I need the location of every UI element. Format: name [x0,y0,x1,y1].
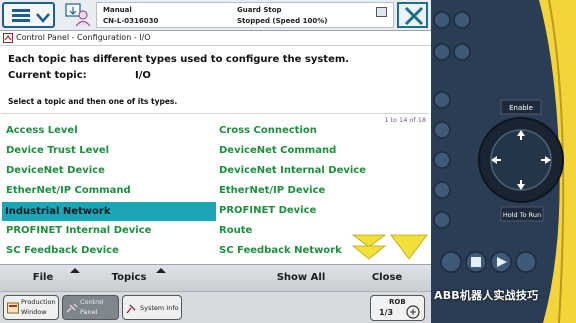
file-menu-button[interactable]: File [0,265,86,291]
top-status-bar: Manual CN-L-0316030 Guard Stop Stopped (… [0,0,431,31]
page-description: Each topic has different types used to c… [8,54,350,65]
list-item-selected[interactable]: Industrial Network [2,202,216,221]
menu-up-arrow-icon [70,268,80,273]
file-menu-label: File [32,272,54,283]
close-icon [404,6,424,26]
list-item[interactable]: EtherNet/IP Device [216,182,426,199]
rob-label: ROB [389,298,406,306]
breadcrumb: Control Panel - Configuration - I/O [0,31,431,46]
menu-icon [12,9,30,23]
abb-menu-button[interactable] [2,2,55,28]
task-production-window[interactable]: Production Window [3,295,59,320]
task-system-info[interactable]: System Info [122,295,182,320]
control-panel-icon [3,33,13,43]
controller-status-panel[interactable]: Manual CN-L-0316030 Guard Stop Stopped (… [96,2,394,28]
hold-to-run-label: Hold To Run [503,211,541,219]
current-topic-value: I/O [135,70,151,81]
robot-task-icon [406,305,420,319]
current-topic-label: Current topic: [8,70,87,81]
topics-menu-label: Topics [111,272,147,283]
breadcrumb-text: Control Panel - Configuration - I/O [16,33,151,42]
production-window-icon [7,302,19,314]
list-item[interactable]: DeviceNet Command [216,142,426,159]
close-button[interactable]: Close [344,265,430,291]
scroll-down-arrows [351,234,428,260]
list-item[interactable]: Cross Connection [216,122,426,139]
speed-status: Stopped (Speed 100%) [237,17,328,25]
controller-name: CN-L-0316030 [103,17,159,25]
command-bar: File Topics Show All Close [0,264,431,291]
topics-menu-button[interactable]: Topics [86,265,172,291]
minimize-window-icon[interactable] [376,7,387,17]
list-item[interactable]: DeviceNet Device [3,162,215,179]
scroll-down-icon[interactable] [390,234,428,260]
task-control-panel[interactable]: Control Panel [62,295,119,320]
user-login-icon[interactable] [64,3,92,27]
controller-state: Guard Stop [237,6,282,14]
watermark-text: ABB机器人实战技巧 [434,289,539,302]
list-item[interactable]: DeviceNet Internal Device [216,162,426,179]
chevron-down-icon [36,13,50,23]
task-control-panel-line1: Control [80,298,104,306]
list-item[interactable]: EtherNet/IP Command [3,182,215,199]
list-item[interactable]: SC Feedback Device [3,242,215,259]
task-control-panel-line2: Panel [80,308,98,316]
show-all-label: Show All [276,272,326,283]
rob-fraction: 1/3 [379,308,394,317]
control-panel-icon [66,303,78,313]
task-production-window-line2: Window [21,308,47,316]
task-production-window-line1: Production [21,298,56,306]
system-info-icon [126,304,136,314]
show-all-button[interactable]: Show All [258,265,344,291]
page-down-icon[interactable] [351,234,387,260]
list-item[interactable]: PROFINET Device [216,202,426,219]
enable-label: Enable [509,104,533,112]
taskbar: Production Window Control Panel System I… [0,291,431,323]
task-system-info-label: System Info [140,304,179,312]
close-window-button[interactable] [397,2,428,28]
quickset-rob-button[interactable]: ROB 1/3 [370,295,425,321]
list-item[interactable]: PROFINET Internal Device [3,222,215,239]
menu-up-arrow-icon [156,268,166,273]
instruction-text: Select a topic and then one of its types… [8,97,178,106]
close-label: Close [371,272,403,283]
flexpendant-hardware-panel: Enable Hold To Run [431,0,576,323]
operating-mode: Manual [103,6,132,14]
list-item[interactable]: SC Feedback Network [216,242,346,259]
flexpendant-screen: Manual CN-L-0316030 Guard Stop Stopped (… [0,0,431,323]
list-item[interactable]: Device Trust Level [3,142,215,159]
list-item[interactable]: Access Level [3,122,215,139]
